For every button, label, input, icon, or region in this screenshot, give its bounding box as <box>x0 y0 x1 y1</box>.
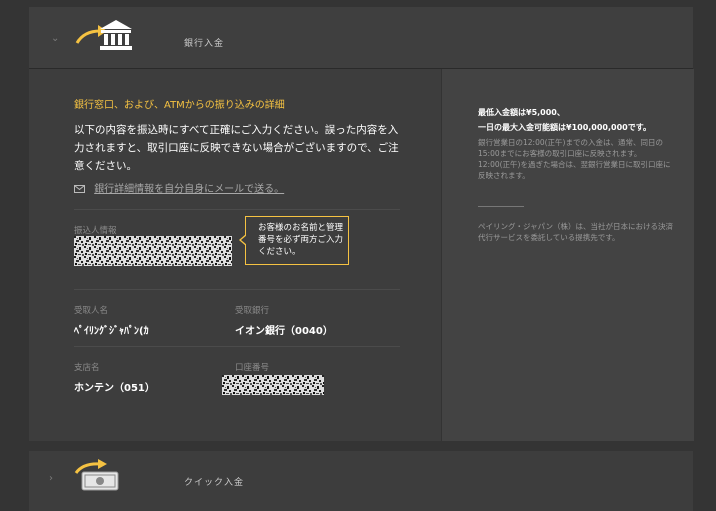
bank-deposit-title: 銀行入金 <box>184 39 225 49</box>
chevron-right-icon[interactable]: › <box>49 473 53 484</box>
payee-bank-label: 受取銀行 <box>235 306 270 316</box>
bank-building-icon <box>100 20 132 50</box>
quick-deposit-panel[interactable]: › クイック入金 <box>29 451 693 511</box>
branch-label: 支店名 <box>74 363 100 373</box>
payee-name-value: ﾍﾟｲﾘﾝｸﾞｼﾞｬﾊﾟﾝ(ｶ <box>74 326 149 337</box>
bank-details-content: 銀行窓口、および、ATMからの振り込みの詳細 以下の内容を振込時にすべて正確にご… <box>29 69 441 441</box>
money-bill-icon <box>81 471 119 491</box>
email-details-link[interactable]: 銀行詳細情報を自分自身にメールで送る。 <box>74 180 284 195</box>
sidebar-divider <box>478 206 524 207</box>
partner-note: ペイリング・ジャパン（株）は、当社が日本における決済代行サービスを委託している提… <box>478 222 673 242</box>
section-title: 銀行窓口、および、ATMからの振り込みの詳細 <box>74 100 285 111</box>
bank-deposit-header[interactable]: ⌄ 銀行入金 <box>29 7 693 69</box>
branch-value: ホンテン（051） <box>74 383 155 394</box>
quick-deposit-title: クイック入金 <box>184 478 245 488</box>
divider <box>74 346 400 347</box>
envelope-icon <box>74 185 85 193</box>
divider <box>74 209 400 210</box>
account-number-label: 口座番号 <box>235 363 270 373</box>
bank-deposit-panel: ⌄ 銀行入金 銀行窓口、および、ATMからの振り込みの詳細 以下の内容を振込時に… <box>29 7 694 441</box>
divider <box>74 289 400 290</box>
redacted-transfer-info <box>74 236 232 266</box>
processing-time-note: 銀行営業日の12:00(正午)までの入金は、通常、同日の15:00までにお客様の… <box>478 138 671 180</box>
name-id-tooltip: お客様のお名前と管理番号を必ず両方ご入力ください。 <box>239 216 349 265</box>
payee-bank-value: イオン銀行（0040） <box>235 326 333 337</box>
intro-text: 以下の内容を振込時にすべて正確にご入力ください。誤った内容を入力されますと、取引… <box>74 124 399 172</box>
redacted-account-number <box>222 375 324 395</box>
transfer-info-label: 振込人情報 <box>74 226 117 236</box>
email-link-label[interactable]: 銀行詳細情報を自分自身にメールで送る。 <box>94 184 284 195</box>
chevron-down-icon[interactable]: ⌄ <box>51 33 59 44</box>
payee-name-label: 受取人名 <box>74 306 109 316</box>
min-amount-text: 最低入金額は¥5,000、 <box>478 108 565 117</box>
max-amount-text: 一日の最大入金可能額は¥100,000,000です。 <box>478 123 651 132</box>
deposit-info-sidebar: 最低入金額は¥5,000、 一日の最大入金可能額は¥100,000,000です。… <box>441 69 694 441</box>
